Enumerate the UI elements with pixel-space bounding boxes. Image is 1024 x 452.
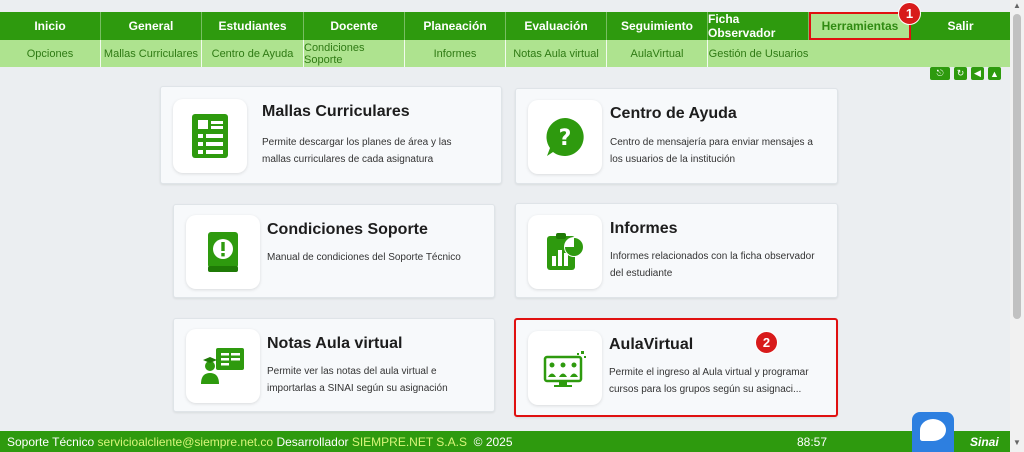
refresh-icon[interactable]: ↻ xyxy=(954,67,967,80)
nav-ficha-observador[interactable]: Ficha Observador xyxy=(708,12,809,40)
subnav-opciones[interactable]: Opciones xyxy=(0,40,101,67)
virtual-classroom-icon xyxy=(528,331,602,405)
nav-estudiantes[interactable]: Estudiantes xyxy=(202,12,304,40)
company-link[interactable]: SIEMPRE.NET S.A.S xyxy=(352,435,467,449)
copyright-text: © 2025 xyxy=(473,434,513,449)
card-mallas-curriculares[interactable]: Mallas Curriculares Permite descargar lo… xyxy=(160,86,502,184)
subnav-gestion-usuarios[interactable]: Gestión de Usuarios xyxy=(708,40,809,67)
card-informes[interactable]: Informes Informes relacionados con la fi… xyxy=(515,203,838,298)
nav-evaluacion[interactable]: Evaluación xyxy=(506,12,607,40)
chat-bubble-icon xyxy=(920,419,946,441)
subnav-mallas-curriculares[interactable]: Mallas Curriculares xyxy=(101,40,202,67)
subnav-notas-aula-virtual[interactable]: Notas Aula virtual xyxy=(506,40,607,67)
scrollbar-thumb[interactable] xyxy=(1013,14,1021,319)
card-condiciones-soporte[interactable]: Condiciones Soporte Manual de condicione… xyxy=(173,204,495,298)
nav-salir[interactable]: Salir xyxy=(911,12,1010,40)
card-title: Notas Aula virtual xyxy=(267,335,403,352)
subnav-condiciones-soporte[interactable]: Condiciones Soporte xyxy=(304,40,405,67)
subnav-aulavirtual[interactable]: AulaVirtual xyxy=(607,40,708,67)
card-description: Manual de condiciones del Soporte Técnic… xyxy=(267,252,461,263)
card-notas-aula-virtual[interactable]: Notas Aula virtual Permite ver las notas… xyxy=(173,318,495,412)
subnav-informes[interactable]: Informes xyxy=(405,40,506,67)
teacher-board-icon xyxy=(186,329,260,403)
card-description: Informes relacionados con la ficha obser… xyxy=(610,251,815,279)
card-description: Permite descargar los planes de área y l… xyxy=(262,137,452,165)
nav-inicio[interactable]: Inicio xyxy=(0,12,101,40)
main-navbar: Inicio General Estudiantes Docente Plane… xyxy=(0,12,1010,40)
footer-bar: Soporte Técnico servicioalcliente@siempr… xyxy=(0,431,1010,452)
nav-planeacion[interactable]: Planeación xyxy=(405,12,506,40)
support-label: Soporte Técnico xyxy=(7,434,95,449)
card-description: Permite el ingreso al Aula virtual y pro… xyxy=(609,367,809,395)
nav-seguimiento[interactable]: Seguimiento xyxy=(607,12,708,40)
report-chart-icon xyxy=(528,215,602,289)
developer-label: Desarrollador xyxy=(276,434,349,449)
subnav-centro-de-ayuda[interactable]: Centro de Ayuda xyxy=(202,40,304,67)
document-list-icon xyxy=(173,99,247,173)
back-icon[interactable]: ◀ xyxy=(971,67,984,80)
up-arrow-icon[interactable]: ▲ xyxy=(988,67,1001,80)
toolbar-icons: ⎋ ↻ ◀ ▲ xyxy=(930,67,1001,80)
card-description: Centro de mensajería para enviar mensaje… xyxy=(610,137,813,165)
vertical-scrollbar[interactable]: ▲ ▼ xyxy=(1010,0,1024,452)
question-bubble-icon: ? xyxy=(528,100,602,174)
card-description: Permite ver las notas del aula virtual e… xyxy=(267,366,448,394)
annotation-badge-2: 2 xyxy=(755,331,778,354)
nav-docente[interactable]: Docente xyxy=(304,12,405,40)
card-title: Informes xyxy=(610,220,678,237)
chat-widget-button[interactable] xyxy=(912,412,954,452)
scroll-up-arrow-icon[interactable]: ▲ xyxy=(1010,1,1024,10)
card-centro-de-ayuda[interactable]: ? Centro de Ayuda Centro de mensajería p… xyxy=(515,88,838,184)
nav-general[interactable]: General xyxy=(101,12,202,40)
session-timer: 88:57 xyxy=(797,434,828,449)
card-aulavirtual[interactable]: AulaVirtual Permite el ingreso al Aula v… xyxy=(514,318,838,417)
card-title: AulaVirtual xyxy=(609,336,694,353)
card-title: Centro de Ayuda xyxy=(610,105,737,122)
card-title: Mallas Curriculares xyxy=(262,103,410,120)
support-email-link[interactable]: servicioalcliente@siempre.net.co xyxy=(98,435,274,449)
sinai-logo: Sinai xyxy=(970,434,999,449)
nav-herramientas[interactable]: Herramientas xyxy=(809,12,911,40)
card-title: Condiciones Soporte xyxy=(267,221,428,238)
svg-text:?: ? xyxy=(559,126,572,151)
scroll-down-arrow-icon[interactable]: ▼ xyxy=(1010,438,1024,447)
annotation-badge-1: 1 xyxy=(898,2,921,25)
bicycle-icon[interactable]: ⎋ xyxy=(930,67,950,80)
manual-book-icon xyxy=(186,215,260,289)
sub-navbar: Opciones Mallas Curriculares Centro de A… xyxy=(0,40,1010,67)
